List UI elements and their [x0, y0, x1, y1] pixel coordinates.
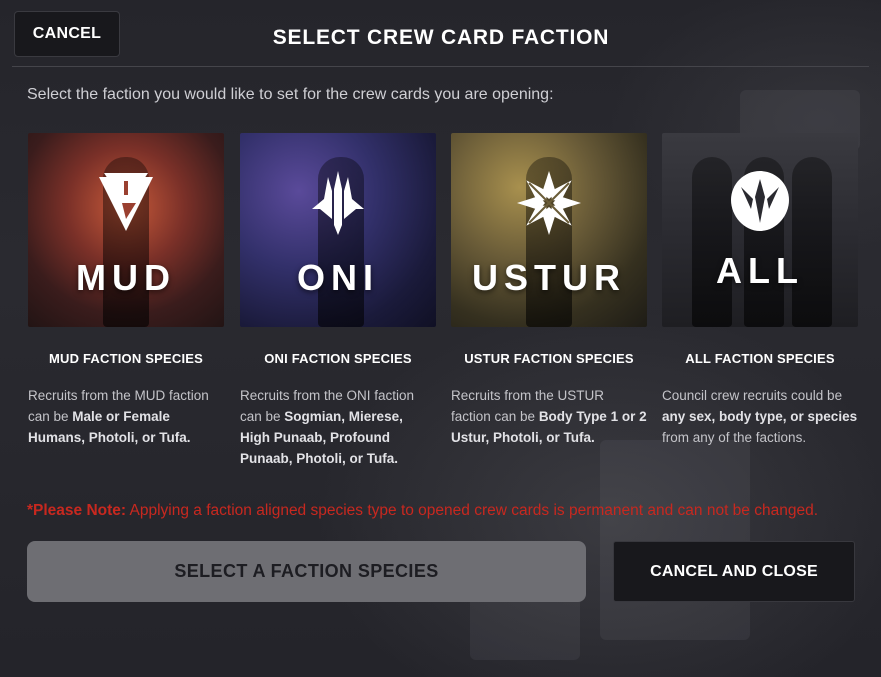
cancel-button[interactable]: CANCEL	[14, 11, 120, 57]
faction-description: Recruits from the USTUR faction can be B…	[451, 385, 647, 448]
warning-note: *Please Note: Applying a faction aligned…	[27, 502, 867, 520]
faction-heading: USTUR FACTION SPECIES	[464, 351, 634, 366]
faction-heading: ALL FACTION SPECIES	[685, 351, 835, 366]
note-text: Applying a faction aligned species type …	[126, 502, 819, 519]
modal-title: SELECT CREW CARD FACTION	[272, 26, 610, 49]
oni-emblem-icon	[240, 169, 436, 239]
select-faction-button[interactable]: SELECT A FACTION SPECIES	[27, 541, 586, 602]
header-divider	[12, 66, 869, 67]
faction-description: Recruits from the ONI faction can be Sog…	[240, 385, 436, 469]
faction-card-image: ONI	[240, 133, 436, 327]
faction-card-mud[interactable]: MUD MUD FACTION SPECIES Recruits from th…	[28, 133, 224, 445]
faction-description: Recruits from the MUD faction can be Mal…	[28, 385, 224, 448]
faction-name: ONI	[296, 257, 379, 298]
faction-name: ALL	[716, 250, 804, 291]
faction-heading: MUD FACTION SPECIES	[48, 351, 204, 366]
faction-card-all[interactable]: ALL ALL FACTION SPECIES Council crew rec…	[662, 133, 858, 445]
instructions-text: Select the faction you would like to set…	[27, 86, 554, 103]
cancel-and-close-button[interactable]: CANCEL AND CLOSE	[613, 541, 855, 602]
mud-emblem-icon	[28, 169, 224, 239]
faction-card-oni[interactable]: ONI ONI FACTION SPECIES Recruits from th…	[240, 133, 436, 466]
description-highlight: any sex, body type, or species	[662, 409, 858, 424]
note-prefix: *Please Note:	[27, 502, 127, 519]
council-emblem-icon	[662, 167, 858, 237]
background-card-shape	[600, 440, 750, 640]
faction-card-image: USTUR	[451, 133, 647, 327]
faction-card-image: MUD	[28, 133, 224, 327]
modal-header: CANCEL SELECT CREW CARD FACTION	[0, 0, 881, 66]
description-text: Council crew recruits could be	[662, 388, 843, 403]
description-text: from any of the factions.	[662, 430, 807, 445]
faction-modal: CANCEL SELECT CREW CARD FACTION Select t…	[0, 0, 881, 677]
faction-name: MUD	[76, 257, 176, 298]
ustur-emblem-icon	[451, 169, 647, 239]
faction-heading: ONI FACTION SPECIES	[264, 351, 412, 366]
faction-card-image: ALL	[662, 133, 858, 327]
faction-card-ustur[interactable]: USTUR USTUR FACTION SPECIES Recruits fro…	[451, 133, 647, 445]
faction-name: USTUR	[472, 257, 626, 298]
faction-description: Council crew recruits could be any sex, …	[662, 385, 858, 448]
